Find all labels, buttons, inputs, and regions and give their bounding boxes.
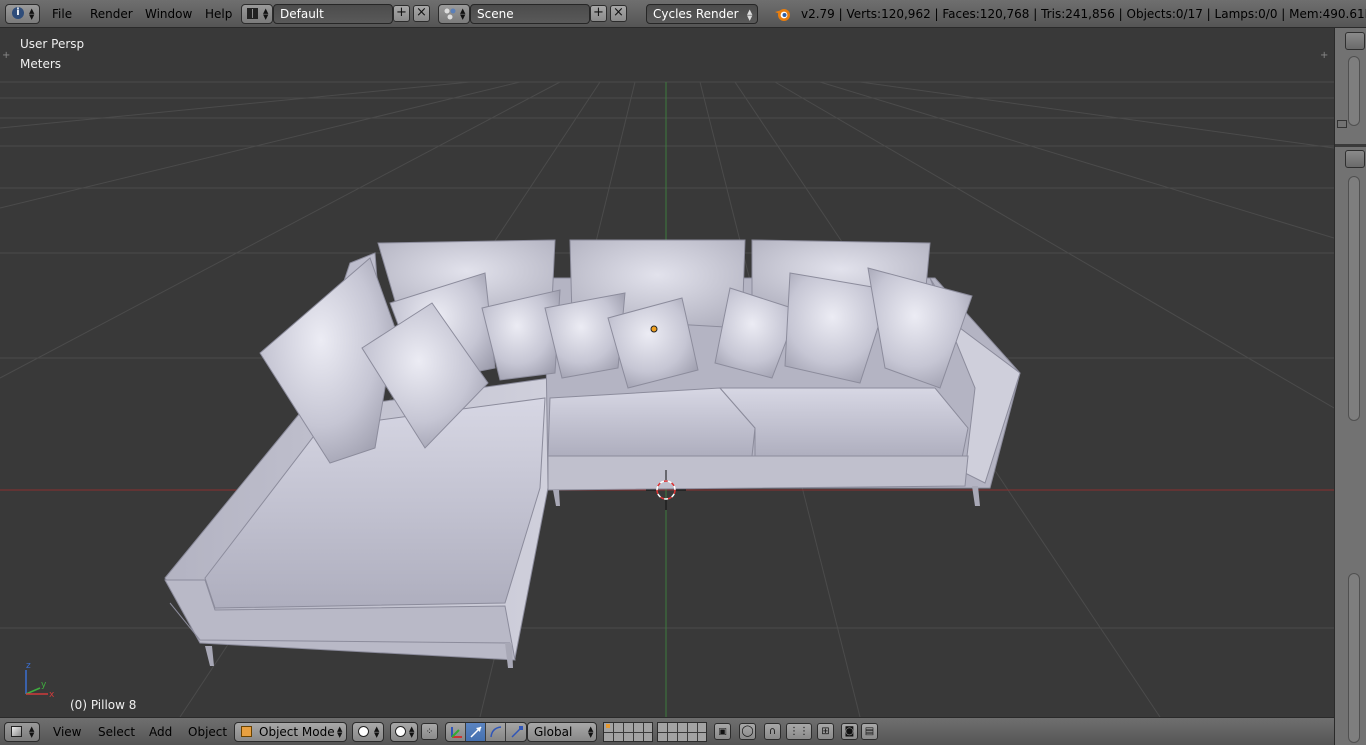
properties-lower-scrollbar[interactable] [1348, 573, 1360, 743]
updown-arrows-icon: ▲ ▼ [588, 725, 594, 739]
menu-help[interactable]: Help [205, 7, 232, 21]
info-header: i ▲ ▼ File Render Window Help ▲ ▼ Default … [0, 0, 1366, 28]
menu-window[interactable]: Window [145, 7, 192, 21]
scene-icon [444, 8, 456, 20]
active-object-label: (0) Pillow 8 [70, 698, 137, 712]
active-layer-indicator [606, 724, 610, 728]
proportional-circle-icon: ◯ [741, 724, 754, 737]
rotate-manipulator-button[interactable] [486, 723, 506, 741]
render-opengl-image-button[interactable]: ◙ [841, 723, 858, 740]
updown-arrows-icon: ▲ ▼ [29, 7, 35, 21]
updown-arrows-icon: ▲ ▼ [337, 725, 343, 739]
transform-orientation-label: Global [534, 725, 573, 739]
gizmo-x-label: x [49, 690, 55, 700]
updown-arrows-icon: ▲ ▼ [747, 8, 753, 22]
seat-front [547, 455, 969, 491]
scene-layers-group-2[interactable] [657, 722, 707, 742]
arrow-icon [469, 726, 482, 738]
screen-layout-name[interactable]: Default [273, 4, 393, 24]
outliner-icon[interactable] [1345, 32, 1365, 50]
lock-camera-layers-button[interactable]: ▣ [714, 723, 731, 740]
scene-selector[interactable]: ▲ ▼ [438, 4, 470, 24]
updown-arrows-icon: ▲ ▼ [374, 725, 380, 739]
menu-file[interactable]: File [52, 7, 72, 21]
3d-viewport[interactable]: z y x User Persp Meters (0) Pillow 8 + + [0, 28, 1334, 717]
screen-layout-selector[interactable]: ▲ ▼ [241, 4, 273, 24]
seat-cushion-left [547, 387, 756, 457]
properties-icon[interactable] [1345, 150, 1365, 168]
3d-view-header: ▲ ▼ View Select Add Object Object Mode ▲ ▼… [0, 717, 1334, 745]
dots-icon: ⁘ [425, 727, 434, 737]
translate-manipulator-button[interactable] [466, 723, 486, 741]
add-scene-button[interactable]: + [590, 5, 607, 22]
sofa-model[interactable] [164, 239, 1021, 668]
info-icon: i [12, 7, 24, 19]
snap-toggle-button[interactable]: ∩ [764, 723, 781, 740]
layout-grid-icon [247, 8, 258, 19]
delete-scene-button[interactable]: × [610, 5, 627, 22]
menu-object[interactable]: Object [188, 725, 227, 739]
outliner-camera-icon [1337, 120, 1347, 128]
manipulate-center-points-button[interactable]: ⁘ [421, 723, 438, 740]
object-origin [650, 325, 658, 333]
scene-name[interactable]: Scene [470, 4, 590, 24]
snap-target-icon: ⊞ [821, 726, 830, 737]
add-layout-button[interactable]: + [393, 5, 410, 22]
interaction-mode-dropdown[interactable]: Object Mode ▲ ▼ [234, 722, 347, 742]
properties-sidebar [1334, 28, 1366, 745]
gizmo-z-label: z [26, 661, 31, 671]
seat-cushion-right [718, 387, 969, 459]
toolshelf-toggle-icon[interactable]: + [2, 50, 10, 61]
updown-arrows-icon: ▲ ▼ [460, 7, 466, 21]
viewport-shading-dropdown[interactable]: ▲ ▼ [352, 722, 384, 742]
proportional-editing-button[interactable]: ◯ [739, 723, 756, 740]
updown-arrows-icon: ▲ ▼ [263, 7, 269, 21]
delete-layout-button[interactable]: × [413, 5, 430, 22]
object-mode-icon [241, 726, 252, 737]
manipulator-toggle-button[interactable] [446, 723, 466, 741]
region-divider [1335, 144, 1366, 147]
pivot-icon [395, 726, 406, 737]
editor-type-3d-button[interactable]: ▲ ▼ [4, 722, 40, 742]
scale-icon [510, 726, 523, 738]
view-name-label: User Persp [20, 37, 85, 51]
snap-element-button[interactable]: ⋮⋮ [786, 723, 812, 740]
scale-manipulator-button[interactable] [506, 723, 527, 741]
snap-target-button[interactable]: ⊞ [817, 723, 834, 740]
transform-orientation-dropdown[interactable]: Global ▲ ▼ [527, 722, 597, 742]
outliner-scrollbar[interactable] [1348, 56, 1360, 126]
camera-icon: ◙ [844, 726, 855, 737]
manipulator-axes-icon [450, 727, 462, 738]
updown-arrows-icon: ▲ ▼ [409, 725, 415, 739]
menu-select[interactable]: Select [98, 725, 135, 739]
viewport-canvas[interactable]: z y x [0, 28, 1334, 717]
blender-logo-icon [775, 9, 790, 21]
snap-increment-icon: ⋮⋮ [789, 726, 809, 737]
render-engine-dropdown[interactable]: Cycles Render ▲ ▼ [646, 4, 758, 24]
render-engine-label: Cycles Render [653, 7, 739, 21]
magnet-icon: ∩ [768, 726, 777, 737]
render-opengl-animation-button[interactable]: ▤ [861, 723, 878, 740]
manipulator-group [445, 722, 527, 742]
gizmo-y-label: y [41, 680, 47, 690]
solid-shading-icon [358, 726, 369, 737]
units-label: Meters [20, 57, 62, 71]
updown-arrows-icon: ▲ ▼ [29, 725, 35, 739]
menu-add[interactable]: Add [149, 725, 172, 739]
clapperboard-icon: ▤ [864, 726, 875, 737]
scene-layers-group-1[interactable] [603, 722, 653, 742]
pivot-point-dropdown[interactable]: ▲ ▼ [390, 722, 418, 742]
properties-region-toggle-icon[interactable]: + [1320, 50, 1328, 61]
properties-scrollbar[interactable] [1348, 176, 1360, 421]
rotate-arc-icon [489, 726, 501, 738]
editor-type-info-button[interactable]: i ▲ ▼ [5, 4, 40, 24]
layers-lock-icon: ▣ [718, 727, 727, 737]
menu-render[interactable]: Render [90, 7, 133, 21]
menu-view[interactable]: View [53, 725, 81, 739]
interaction-mode-label: Object Mode [259, 725, 335, 739]
cube-icon [11, 726, 22, 737]
scene-statistics: v2.79 | Verts:120,962 | Faces:120,768 | … [801, 7, 1366, 21]
